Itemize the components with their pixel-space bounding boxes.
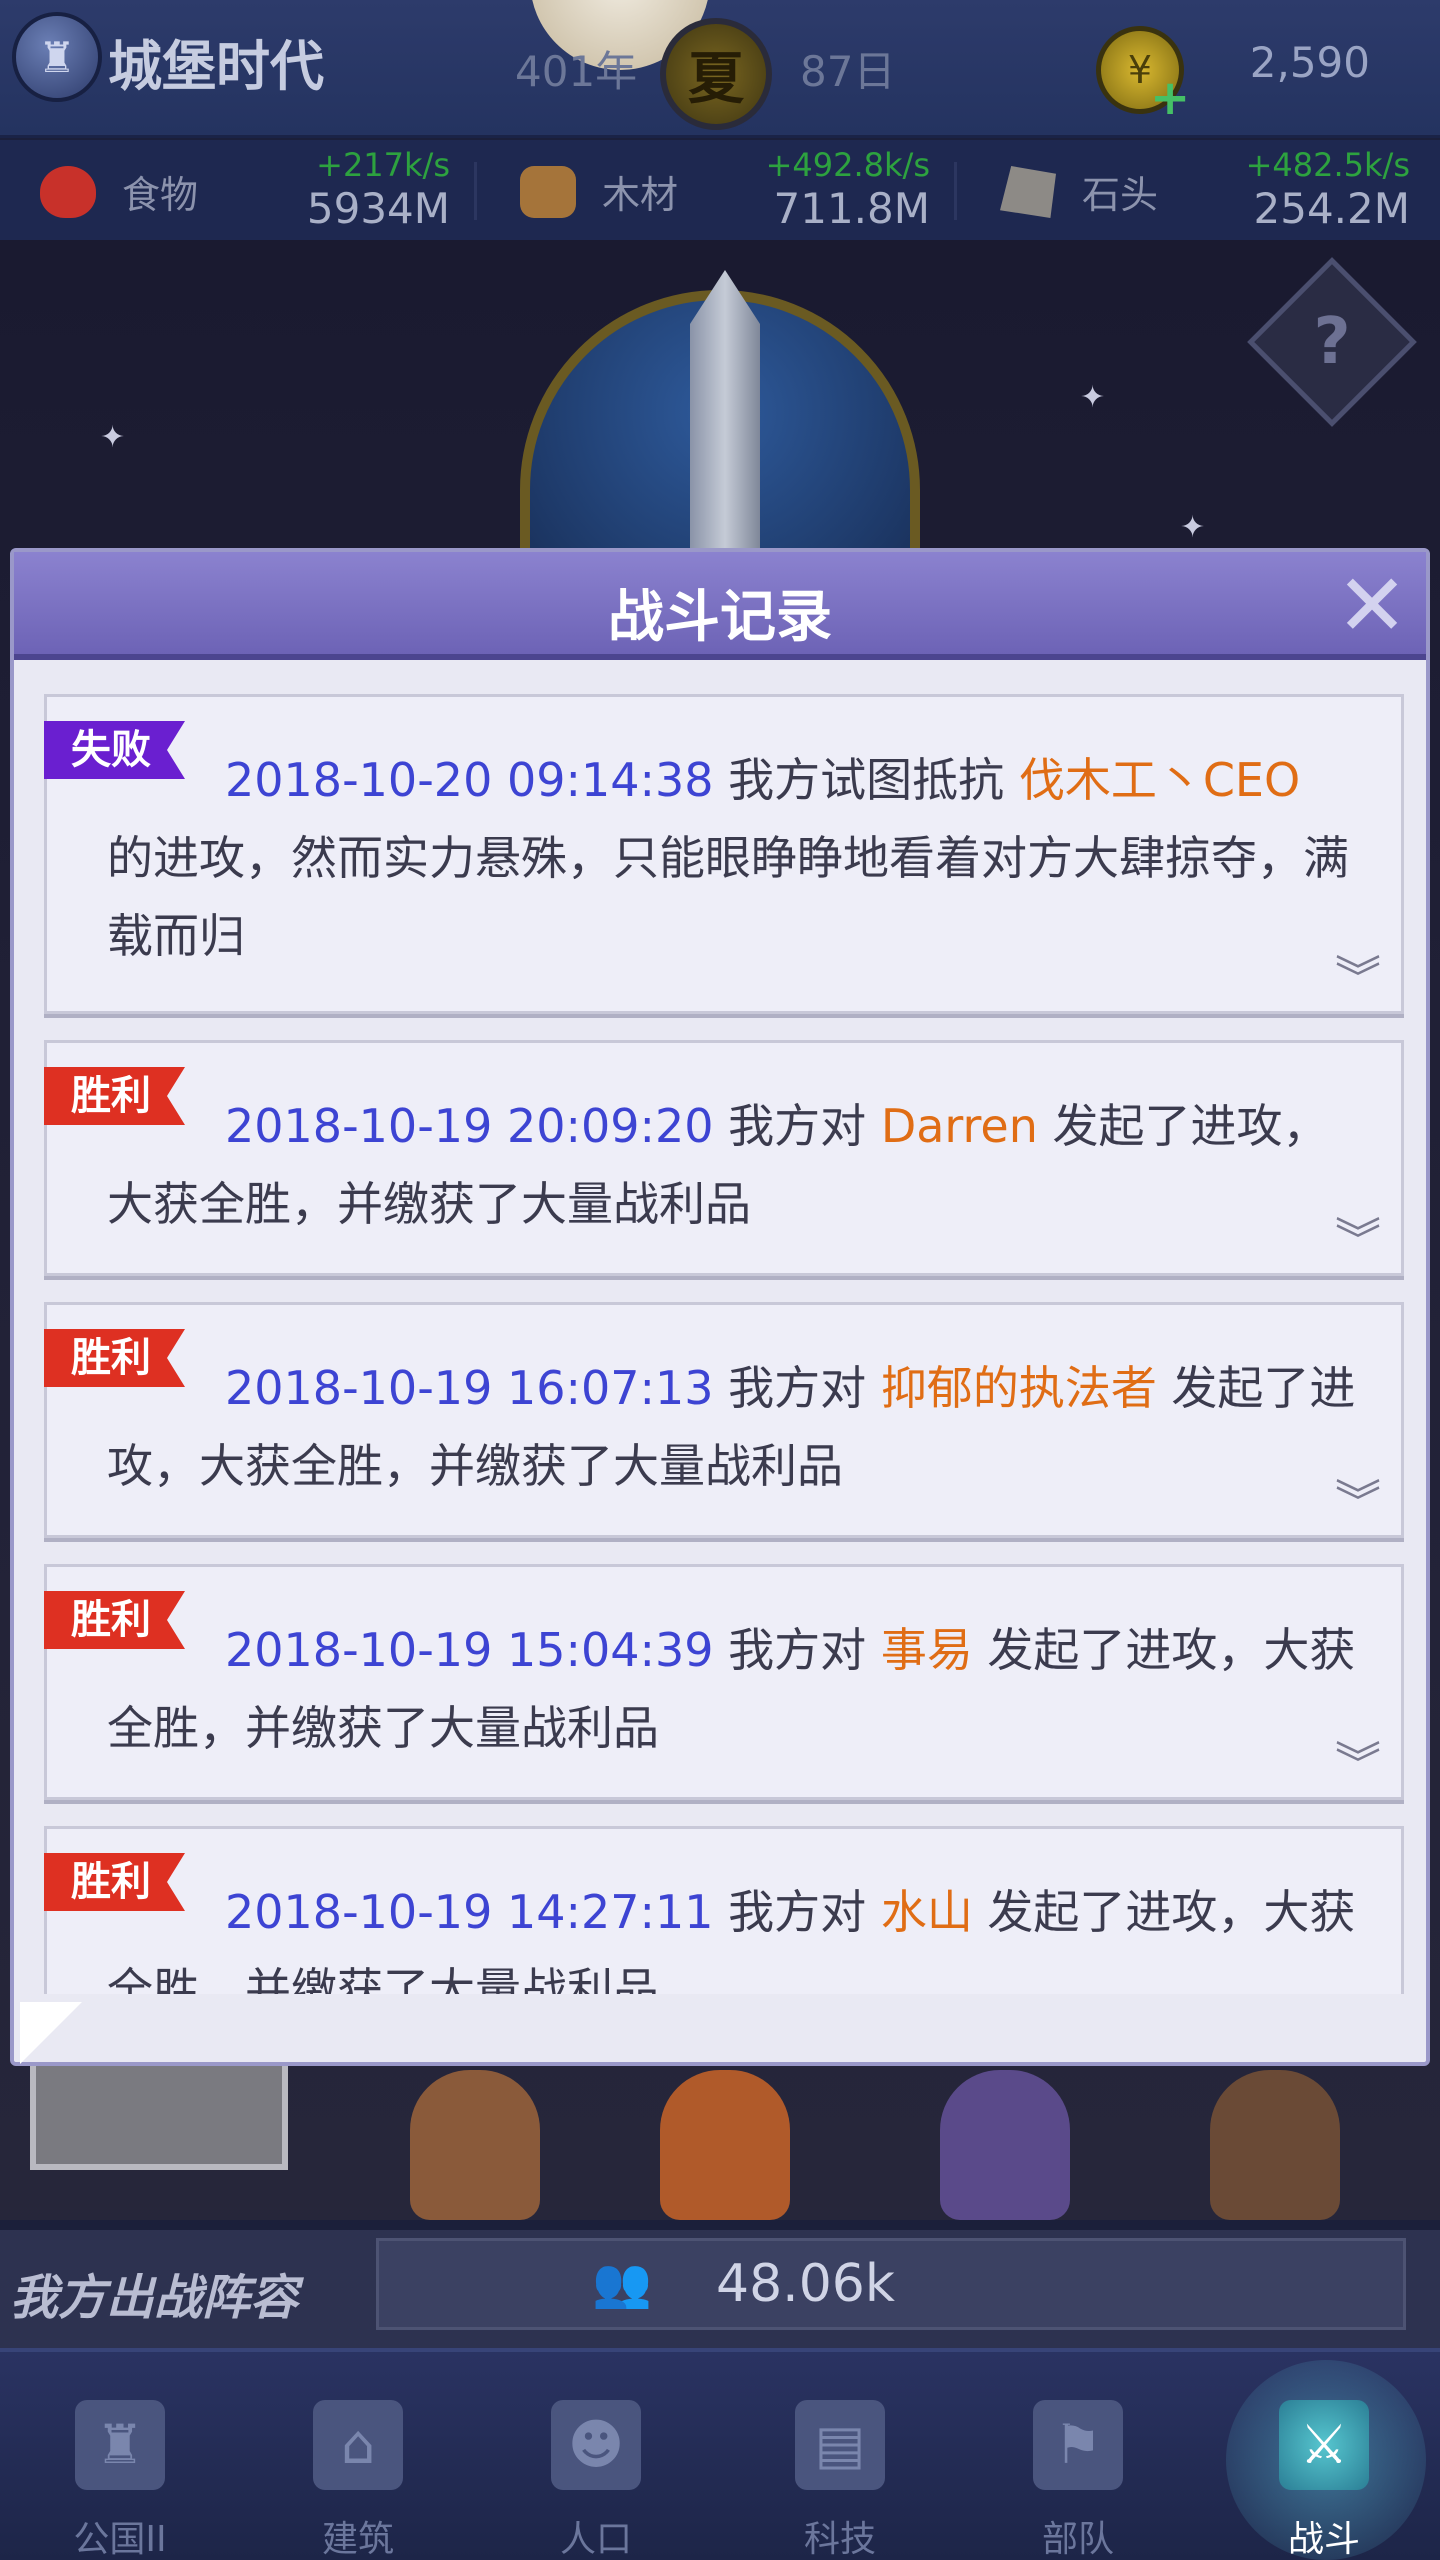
entry-text-part: 我方对 (713, 1099, 881, 1153)
close-icon[interactable]: ✕ (1332, 563, 1412, 649)
entry-timestamp: 2018-10-19 16:07:13 (225, 1361, 714, 1415)
enemy-name: 抑郁的执法者 (880, 1361, 1157, 1415)
nav-tab-battle[interactable]: ⚔ 战斗 (1224, 2400, 1424, 2560)
enemy-name: 事易 (880, 1623, 973, 1677)
season-badge: 夏 (660, 18, 772, 130)
add-coins-icon[interactable]: + (1150, 70, 1190, 126)
resource-food: 食物 +217k/s 5934M (0, 140, 470, 240)
entry-text-part: 我方试图抵抗 (713, 753, 1019, 807)
enemy-portrait (30, 2060, 288, 2170)
corner-fold-icon (20, 2002, 82, 2064)
resource-amount: 254.2M (1253, 184, 1410, 233)
nav-label: 人口 (559, 2519, 632, 2560)
resource-name: 木材 (602, 173, 679, 217)
resource-rate: +482.5k/s (1245, 146, 1410, 184)
resource-stone: 石头 +482.5k/s 254.2M (960, 140, 1430, 240)
battle-log-entry[interactable]: 胜利 2018-10-19 16:07:13 我方对 抑郁的执法者 发起了进攻，… (44, 1302, 1404, 1538)
hero-knight-icon (940, 2070, 1070, 2220)
enemy-name: 伐木工丶CEO (1018, 753, 1301, 807)
apple-icon (40, 166, 96, 218)
resource-amount: 5934M (306, 184, 450, 233)
battle-log-modal: 战斗记录 ✕ 失败 2018-10-20 09:14:38 我方试图抵抗 伐木工… (10, 548, 1430, 2066)
coin-count: 2,590 (1249, 38, 1370, 87)
battle-log-entry[interactable]: 失败 2018-10-20 09:14:38 我方试图抵抗 伐木工丶CEO 的进… (44, 694, 1404, 1014)
day-label: 87日 (800, 47, 896, 96)
entry-text-part: 我方对 (713, 1361, 881, 1415)
nav-tab-tech[interactable]: ▤ 科技 (740, 2400, 940, 2560)
crossed-swords-icon: ⚔ (1279, 2400, 1369, 2490)
nav-label: 战斗 (1287, 2519, 1360, 2560)
nav-label: 建筑 (321, 2519, 394, 2560)
hero-archer-icon (660, 2070, 790, 2220)
castle-icon: ♜ (75, 2400, 165, 2490)
entry-timestamp: 2018-10-19 20:09:20 (225, 1099, 714, 1153)
nav-label: 公国II (73, 2519, 167, 2560)
sparkle-icon: ✦ (100, 420, 126, 455)
nav-label: 部队 (1041, 2519, 1114, 2560)
divider (474, 162, 477, 220)
chevron-double-down-icon[interactable]: ︾ (1333, 1215, 1383, 1265)
entry-text-part: 的进攻，然而实力悬殊，只能眼睁睁地看着对方大肆掠夺，满载而归 (107, 831, 1349, 963)
sword-icon (690, 270, 760, 570)
entry-timestamp: 2018-10-19 14:27:11 (225, 1885, 714, 1939)
lineup-power-value: 48.06k (716, 2254, 895, 2314)
entry-text-part: 我方对 (713, 1885, 881, 1939)
battle-log-entry[interactable]: 胜利 2018-10-19 14:27:11 我方对 水山 发起了进攻，大获全胜… (44, 1826, 1404, 1994)
divider (954, 162, 957, 220)
wood-logs-icon (520, 166, 576, 218)
hero-cavalry-icon (1210, 2070, 1340, 2220)
banner-icon: ⚑ (1033, 2400, 1123, 2490)
modal-header: 战斗记录 ✕ (14, 552, 1426, 660)
entry-timestamp: 2018-10-19 15:04:39 (225, 1623, 714, 1677)
nav-tab-principality[interactable]: ♜ 公国II (20, 2400, 220, 2560)
chevron-double-down-icon[interactable]: ︾ (1333, 1739, 1383, 1789)
nav-label: 科技 (803, 2519, 876, 2560)
entry-text: 2018-10-19 14:27:11 我方对 水山 发起了进攻，大获全胜，并缴… (107, 1873, 1357, 1994)
lineup-label: 我方出战阵容 (10, 2270, 299, 2326)
year-label: 401年 (515, 47, 638, 96)
modal-title: 战斗记录 (608, 585, 832, 650)
castle-logo-icon: ♜ (12, 12, 102, 102)
entry-text: 2018-10-19 15:04:39 我方对 事易 发起了进攻，大获全胜，并缴… (107, 1611, 1357, 1767)
question-mark-icon[interactable]: ? (1290, 300, 1374, 384)
resource-name: 食物 (122, 173, 199, 217)
hero-barbarian-icon (410, 2070, 540, 2220)
entry-text: 2018-10-20 09:14:38 我方试图抵抗 伐木工丶CEO 的进攻，然… (107, 741, 1357, 975)
stone-icon (1000, 166, 1056, 218)
resource-bar: 食物 +217k/s 5934M 木材 +492.8k/s 711.8M 石头 … (0, 140, 1440, 240)
game-title: 城堡时代 (108, 35, 324, 98)
resource-rate: +492.8k/s (765, 146, 930, 184)
person-icon: ☻ (551, 2400, 641, 2490)
house-icon: ⌂ (313, 2400, 403, 2490)
book-icon: ▤ (795, 2400, 885, 2490)
resource-wood: 木材 +492.8k/s 711.8M (480, 140, 950, 240)
entry-text-part: 我方对 (713, 1623, 881, 1677)
battle-log-entry[interactable]: 胜利 2018-10-19 15:04:39 我方对 事易 发起了进攻，大获全胜… (44, 1564, 1404, 1800)
troops-icon: 👥 (592, 2255, 652, 2311)
chevron-double-down-icon[interactable]: ︾ (1333, 1477, 1383, 1527)
entry-text: 2018-10-19 20:09:20 我方对 Darren 发起了进攻，大获全… (107, 1087, 1357, 1243)
enemy-name: 水山 (880, 1885, 973, 1939)
nav-tab-buildings[interactable]: ⌂ 建筑 (258, 2400, 458, 2560)
sparkle-icon: ✦ (1080, 380, 1106, 415)
sparkle-icon: ✦ (1180, 510, 1206, 545)
entry-text: 2018-10-19 16:07:13 我方对 抑郁的执法者 发起了进攻，大获全… (107, 1349, 1357, 1505)
resource-name: 石头 (1082, 173, 1159, 217)
entry-timestamp: 2018-10-20 09:14:38 (225, 753, 714, 807)
enemy-name: Darren (880, 1099, 1038, 1153)
battle-log-entry[interactable]: 胜利 2018-10-19 20:09:20 我方对 Darren 发起了进攻，… (44, 1040, 1404, 1276)
nav-tab-population[interactable]: ☻ 人口 (496, 2400, 696, 2560)
chevron-double-down-icon[interactable]: ︾ (1333, 953, 1383, 1003)
top-bar: ♜ 城堡时代 401年 夏 87日 ¥ + 2,590 (0, 0, 1440, 138)
battle-log-list[interactable]: 失败 2018-10-20 09:14:38 我方试图抵抗 伐木工丶CEO 的进… (44, 694, 1404, 1994)
nav-tab-troops[interactable]: ⚑ 部队 (978, 2400, 1178, 2560)
resource-amount: 711.8M (773, 184, 930, 233)
resource-rate: +217k/s (316, 146, 450, 184)
